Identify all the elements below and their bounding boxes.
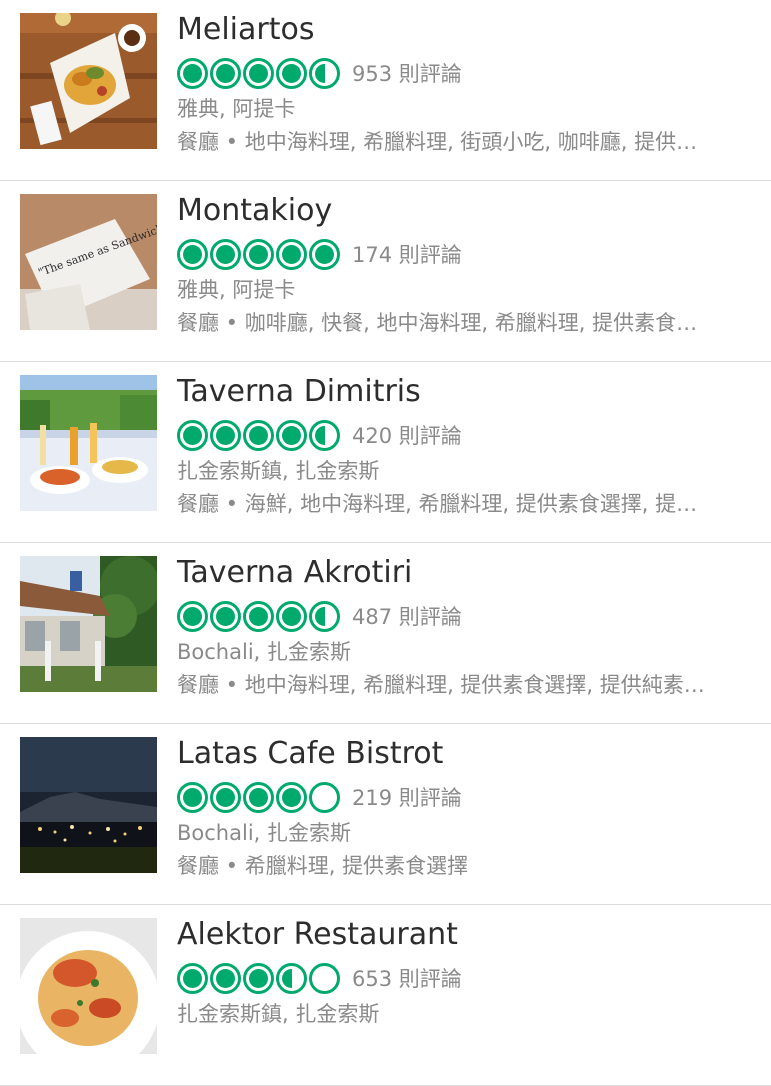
restaurant-cuisine: 餐廳 • 海鮮, 地中海料理, 希臘料理, 提供素食選擇, 提… — [177, 492, 698, 516]
taverna-garden-photo — [20, 556, 157, 692]
restaurant-cuisine: 餐廳 • 咖啡廳, 快餐, 地中海料理, 希臘料理, 提供素食… — [177, 311, 698, 335]
outdoor-table-photo — [20, 375, 157, 511]
restaurant-list-item[interactable]: "The same as Sandwich, please..." Montak… — [0, 181, 771, 362]
rating-bubble-half — [309, 57, 340, 89]
rating-bubble-full — [276, 600, 307, 632]
restaurant-name[interactable]: Taverna Dimitris — [177, 374, 421, 409]
plate-of-food-photo — [20, 13, 157, 149]
night-view-photo — [20, 737, 157, 873]
rating-bubble-half — [309, 419, 340, 451]
rating-row: 653 則評論 — [177, 961, 462, 995]
rating-bubble-full — [177, 781, 208, 813]
restaurant-cuisine: 餐廳 • 地中海料理, 希臘料理, 街頭小吃, 咖啡廳, 提供… — [177, 130, 698, 154]
rating-bubble-full — [210, 600, 241, 632]
restaurant-photo[interactable] — [20, 375, 157, 511]
restaurant-name[interactable]: Montakioy — [177, 193, 332, 228]
restaurant-location: Bochali, 扎金索斯 — [177, 821, 351, 845]
review-count[interactable]: 653 則評論 — [352, 963, 462, 993]
restaurant-cuisine: 餐廳 • 希臘料理, 提供素食選擇 — [177, 854, 469, 878]
restaurant-location: 雅典, 阿提卡 — [177, 97, 296, 121]
restaurant-cuisine: 餐廳 • 地中海料理, 希臘料理, 提供素食選擇, 提供純素… — [177, 673, 705, 697]
rating-row: 174 則評論 — [177, 237, 462, 271]
rating-bubbles — [177, 57, 342, 89]
restaurant-location: 扎金索斯鎮, 扎金索斯 — [177, 459, 380, 483]
rating-bubble-full — [210, 781, 241, 813]
review-count[interactable]: 487 則評論 — [352, 601, 462, 631]
rating-bubbles — [177, 238, 342, 270]
rating-bubble-full — [276, 781, 307, 813]
rating-bubble-full — [243, 781, 274, 813]
rating-bubble-full — [210, 57, 241, 89]
rating-bubble-full — [210, 962, 241, 994]
rating-bubbles — [177, 419, 342, 451]
rating-bubble-full — [177, 57, 208, 89]
restaurant-name[interactable]: Meliartos — [177, 12, 314, 47]
rating-bubble-half — [276, 962, 307, 994]
rating-bubble-full — [177, 600, 208, 632]
rating-row: 953 則評論 — [177, 56, 462, 90]
rating-bubble-empty — [309, 962, 340, 994]
restaurant-list-item[interactable]: Taverna Akrotiri 487 則評論 Bochali, 扎金索斯 餐… — [0, 543, 771, 724]
restaurant-list-item[interactable]: Taverna Dimitris 420 則評論 扎金索斯鎮, 扎金索斯 餐廳 … — [0, 362, 771, 543]
restaurant-photo[interactable] — [20, 737, 157, 873]
rating-bubble-full — [210, 419, 241, 451]
rating-bubble-half — [309, 600, 340, 632]
restaurant-list-item[interactable]: Alektor Restaurant 653 則評論 扎金索斯鎮, 扎金索斯 — [0, 905, 771, 1086]
rating-bubble-full — [243, 57, 274, 89]
rating-bubble-full — [243, 962, 274, 994]
rating-bubble-full — [243, 238, 274, 270]
restaurant-name[interactable]: Alektor Restaurant — [177, 917, 458, 952]
rating-bubbles — [177, 962, 342, 994]
restaurant-photo[interactable] — [20, 13, 157, 149]
restaurant-location: 雅典, 阿提卡 — [177, 278, 296, 302]
rating-bubble-full — [309, 238, 340, 270]
rating-row: 487 則評論 — [177, 599, 462, 633]
rating-bubbles — [177, 781, 342, 813]
rating-bubble-full — [177, 419, 208, 451]
pasta-dish-photo — [20, 918, 157, 1054]
rating-bubble-empty — [309, 781, 340, 813]
rating-bubble-full — [210, 238, 241, 270]
restaurant-name[interactable]: Taverna Akrotiri — [177, 555, 412, 590]
review-count[interactable]: 219 則評論 — [352, 782, 462, 812]
restaurant-photo[interactable] — [20, 918, 157, 1054]
rating-bubble-full — [243, 600, 274, 632]
rating-bubble-full — [276, 419, 307, 451]
restaurant-photo[interactable]: "The same as Sandwich, please..." — [20, 194, 157, 330]
restaurant-list-item[interactable]: Latas Cafe Bistrot 219 則評論 Bochali, 扎金索斯… — [0, 724, 771, 905]
restaurant-list-item[interactable]: Meliartos 953 則評論 雅典, 阿提卡 餐廳 • 地中海料理, 希臘… — [0, 0, 771, 181]
review-count[interactable]: 953 則評論 — [352, 58, 462, 88]
rating-bubble-full — [177, 962, 208, 994]
rating-row: 420 則評論 — [177, 418, 462, 452]
review-count[interactable]: 420 則評論 — [352, 420, 462, 450]
rating-bubble-full — [276, 238, 307, 270]
restaurant-name[interactable]: Latas Cafe Bistrot — [177, 736, 443, 771]
rating-bubble-full — [177, 238, 208, 270]
rating-row: 219 則評論 — [177, 780, 462, 814]
rating-bubbles — [177, 600, 342, 632]
rating-bubble-full — [243, 419, 274, 451]
sandwich-paper-photo: "The same as Sandwich, please..." — [20, 194, 157, 330]
rating-bubble-full — [276, 57, 307, 89]
restaurant-location: Bochali, 扎金索斯 — [177, 640, 351, 664]
restaurant-photo[interactable] — [20, 556, 157, 692]
restaurant-list: Meliartos 953 則評論 雅典, 阿提卡 餐廳 • 地中海料理, 希臘… — [0, 0, 771, 1086]
review-count[interactable]: 174 則評論 — [352, 239, 462, 269]
